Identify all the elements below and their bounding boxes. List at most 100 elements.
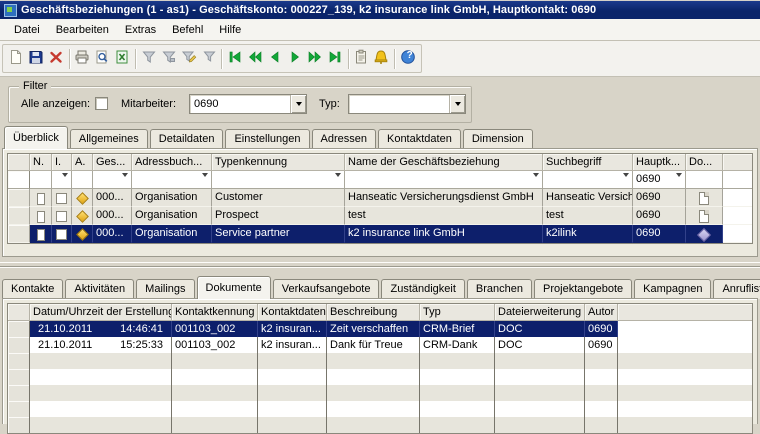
row-indicator[interactable] bbox=[8, 189, 30, 207]
print-button[interactable] bbox=[73, 48, 93, 70]
table-row-selected[interactable]: 000... Organisation Service partner k2 i… bbox=[8, 225, 752, 243]
column-header-do[interactable]: Do... bbox=[686, 154, 723, 171]
tab-detaildaten[interactable]: Detaildaten bbox=[150, 129, 224, 149]
filter-cell-adressbuch[interactable] bbox=[132, 171, 212, 189]
menu-bearbeiten[interactable]: Bearbeiten bbox=[48, 21, 117, 39]
tab-einstellungen[interactable]: Einstellungen bbox=[225, 129, 309, 149]
chevron-down-icon[interactable] bbox=[335, 177, 341, 189]
new-document-button[interactable] bbox=[6, 48, 26, 70]
chevron-down-icon[interactable] bbox=[202, 177, 208, 189]
filter-cell-name[interactable] bbox=[345, 171, 543, 189]
row-indicator[interactable] bbox=[8, 417, 30, 433]
filter-cell-a[interactable] bbox=[72, 171, 93, 189]
filter-cell-n[interactable] bbox=[30, 171, 52, 189]
tab-kontakte[interactable]: Kontakte bbox=[2, 279, 63, 299]
next-record-button[interactable] bbox=[285, 48, 305, 70]
column-header-dateierweiterung[interactable]: Dateierweiterung bbox=[495, 304, 585, 321]
filter-cell-suchbegriff[interactable] bbox=[543, 171, 633, 189]
tab-projektangebote[interactable]: Projektangebote bbox=[534, 279, 632, 299]
chevron-down-icon[interactable] bbox=[62, 177, 68, 189]
chevron-down-icon[interactable] bbox=[623, 177, 629, 189]
checkbox-cell[interactable] bbox=[52, 189, 72, 207]
last-record-button[interactable] bbox=[325, 48, 345, 70]
typ-combobox[interactable] bbox=[348, 94, 466, 114]
column-header-beschreibung[interactable]: Beschreibung bbox=[327, 304, 420, 321]
row-indicator[interactable] bbox=[8, 401, 30, 417]
save-button[interactable] bbox=[26, 48, 46, 70]
help-button[interactable]: ? bbox=[398, 48, 418, 70]
filter-edit-button[interactable] bbox=[179, 48, 199, 70]
table-row[interactable]: 21.10.201115:25:33 001103_002 k2 insuran… bbox=[8, 337, 752, 353]
print-preview-button[interactable] bbox=[92, 48, 112, 70]
table-row[interactable]: 000... Organisation Customer Hanseatic V… bbox=[8, 189, 752, 207]
column-header-autor[interactable]: Autor bbox=[585, 304, 618, 321]
menu-befehl[interactable]: Befehl bbox=[164, 21, 211, 39]
tab-allgemeines[interactable]: Allgemeines bbox=[70, 129, 148, 149]
alarm-button[interactable] bbox=[371, 48, 391, 70]
row-indicator[interactable] bbox=[8, 321, 30, 337]
row-indicator[interactable] bbox=[8, 353, 30, 369]
excel-export-button[interactable] bbox=[112, 48, 132, 70]
typ-dropdown-button[interactable] bbox=[449, 95, 465, 113]
row-checkbox[interactable] bbox=[56, 211, 67, 222]
mitarbeiter-combobox[interactable]: 0690 bbox=[189, 94, 307, 114]
filter-cell-hauptk[interactable]: 0690 bbox=[633, 171, 686, 189]
row-checkbox[interactable] bbox=[56, 193, 67, 204]
next-page-button[interactable] bbox=[305, 48, 325, 70]
filter-cell-ges[interactable] bbox=[93, 171, 132, 189]
chevron-down-icon[interactable] bbox=[533, 177, 539, 189]
tab-dimension[interactable]: Dimension bbox=[463, 129, 533, 149]
column-header-ges[interactable]: Ges... bbox=[93, 154, 132, 171]
filter-cell-i[interactable] bbox=[52, 171, 72, 189]
checkbox-cell[interactable] bbox=[52, 225, 72, 243]
row-indicator[interactable] bbox=[8, 225, 30, 243]
empty-table-row[interactable] bbox=[8, 385, 752, 401]
table-row-selected[interactable]: 21.10.201114:46:41 001103_002 k2 insuran… bbox=[8, 321, 752, 337]
row-checkbox[interactable] bbox=[56, 229, 67, 240]
checkbox-cell[interactable] bbox=[52, 207, 72, 225]
tab-adressen[interactable]: Adressen bbox=[312, 129, 376, 149]
table-row[interactable]: 000... Organisation Prospect test test 0… bbox=[8, 207, 752, 225]
row-indicator[interactable] bbox=[8, 337, 30, 353]
tab-mailings[interactable]: Mailings bbox=[136, 279, 194, 299]
column-header-hauptk[interactable]: Hauptk... bbox=[633, 154, 686, 171]
column-header-a[interactable]: A. bbox=[72, 154, 93, 171]
mitarbeiter-dropdown-button[interactable] bbox=[290, 95, 306, 113]
delete-button[interactable] bbox=[46, 48, 66, 70]
tab-kampagnen[interactable]: Kampagnen bbox=[634, 279, 711, 299]
empty-table-row[interactable] bbox=[8, 417, 752, 433]
column-header-i[interactable]: I. bbox=[52, 154, 72, 171]
column-header-kontaktkennung[interactable]: Kontaktkennung bbox=[172, 304, 258, 321]
filter-button[interactable] bbox=[139, 48, 159, 70]
filter-cell-do[interactable] bbox=[686, 171, 723, 189]
chevron-down-icon[interactable] bbox=[676, 177, 682, 189]
filter-cell-typenkennung[interactable] bbox=[212, 171, 345, 189]
empty-table-row[interactable] bbox=[8, 401, 752, 417]
menu-datei[interactable]: Datei bbox=[6, 21, 48, 39]
filter-remove-button[interactable] bbox=[159, 48, 179, 70]
first-record-button[interactable] bbox=[225, 48, 245, 70]
empty-table-row[interactable] bbox=[8, 369, 752, 385]
tab-ueberblick[interactable]: Überblick bbox=[4, 126, 68, 149]
column-header-suchbegriff[interactable]: Suchbegriff bbox=[543, 154, 633, 171]
previous-page-button[interactable] bbox=[245, 48, 265, 70]
row-indicator[interactable] bbox=[8, 385, 30, 401]
tab-dokumente[interactable]: Dokumente bbox=[197, 276, 271, 299]
chevron-down-icon[interactable] bbox=[122, 177, 128, 189]
filter-apply-button[interactable] bbox=[199, 48, 219, 70]
column-header-adressbuch[interactable]: Adressbuch... bbox=[132, 154, 212, 171]
menu-extras[interactable]: Extras bbox=[117, 21, 164, 39]
tab-anrufliste[interactable]: Anrufliste bbox=[713, 279, 760, 299]
clipboard-button[interactable] bbox=[352, 48, 372, 70]
row-indicator[interactable] bbox=[8, 369, 30, 385]
tab-aktivitaeten[interactable]: Aktivitäten bbox=[65, 279, 134, 299]
column-header-name[interactable]: Name der Geschäftsbeziehung bbox=[345, 154, 543, 171]
menu-hilfe[interactable]: Hilfe bbox=[211, 21, 249, 39]
tab-verkaufsangebote[interactable]: Verkaufsangebote bbox=[273, 279, 380, 299]
empty-table-row[interactable] bbox=[8, 353, 752, 369]
column-header-typ[interactable]: Typ bbox=[420, 304, 495, 321]
column-header-kontaktdaten[interactable]: Kontaktdaten bbox=[258, 304, 327, 321]
column-header-datum[interactable]: Datum/Uhrzeit der Erstellung bbox=[30, 304, 172, 321]
previous-record-button[interactable] bbox=[265, 48, 285, 70]
tab-zustaendigkeit[interactable]: Zuständigkeit bbox=[381, 279, 464, 299]
